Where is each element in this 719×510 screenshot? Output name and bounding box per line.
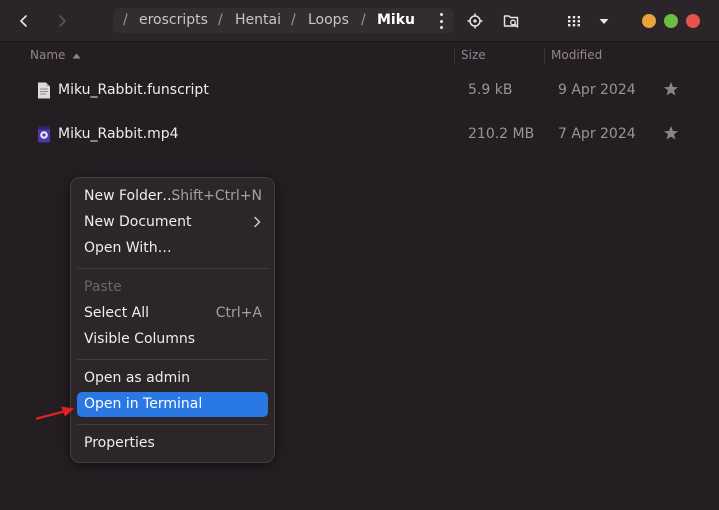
view-mode-button[interactable] bbox=[561, 8, 587, 34]
chevron-right-icon bbox=[254, 216, 261, 228]
breadcrumb-hentai[interactable]: Hentai bbox=[235, 12, 281, 28]
file-size: 210.2 MB bbox=[468, 126, 535, 142]
menu-item-open-with[interactable]: Open With… bbox=[77, 236, 268, 261]
minimize-button[interactable] bbox=[642, 14, 656, 28]
sort-ascending-icon bbox=[72, 53, 81, 59]
menu-separator bbox=[77, 424, 268, 425]
menu-separator bbox=[77, 359, 268, 360]
file-modified: 7 Apr 2024 bbox=[558, 126, 636, 142]
file-manager-window: / eroscripts / Hentai / Loops / Miku Nam… bbox=[0, 0, 719, 510]
column-divider bbox=[454, 48, 455, 64]
menu-item-label: Open With… bbox=[84, 240, 172, 256]
menu-item-open-in-terminal[interactable]: Open in Terminal bbox=[77, 392, 268, 417]
menu-separator bbox=[77, 268, 268, 269]
menu-item-paste: Paste bbox=[77, 275, 268, 300]
file-row[interactable]: Miku_Rabbit.funscript 5.9 kB 9 Apr 2024 bbox=[0, 69, 719, 113]
menu-item-label: Paste bbox=[84, 279, 122, 295]
breadcrumb-loops[interactable]: Loops bbox=[308, 12, 349, 28]
view-options-button[interactable] bbox=[591, 8, 617, 34]
menu-item-label: Visible Columns bbox=[84, 331, 196, 347]
folder-search-icon bbox=[503, 15, 519, 28]
file-modified: 9 Apr 2024 bbox=[558, 82, 636, 98]
menu-item-label: Select All bbox=[84, 305, 149, 321]
file-name: Miku_Rabbit.mp4 bbox=[58, 126, 179, 142]
grid-icon bbox=[568, 16, 580, 27]
menu-item-visible-columns[interactable]: Visible Columns bbox=[77, 327, 268, 352]
chevron-right-icon bbox=[59, 15, 67, 27]
menu-item-select-all[interactable]: Select All Ctrl+A bbox=[77, 301, 268, 326]
video-file-icon bbox=[38, 126, 50, 143]
annotation-arrow-icon bbox=[36, 406, 74, 420]
context-menu: New Folder… Shift+Ctrl+N New Document Op… bbox=[70, 177, 275, 463]
menu-item-shortcut: Shift+Ctrl+N bbox=[171, 188, 262, 204]
dot-icon bbox=[439, 13, 443, 16]
menu-item-shortcut: Ctrl+A bbox=[215, 305, 262, 321]
menu-item-properties[interactable]: Properties bbox=[77, 431, 268, 456]
column-name-header[interactable]: Name bbox=[30, 48, 65, 62]
path-bar: / eroscripts / Hentai / Loops / Miku bbox=[113, 8, 454, 33]
menu-item-label: Open as admin bbox=[84, 370, 191, 386]
column-header: Name Size Modified bbox=[0, 42, 719, 70]
caret-down-icon bbox=[599, 19, 609, 24]
back-button[interactable] bbox=[11, 8, 37, 34]
text-file-icon bbox=[38, 82, 50, 99]
maximize-button[interactable] bbox=[664, 14, 678, 28]
path-menu-button[interactable] bbox=[434, 13, 448, 29]
search-folder-button[interactable] bbox=[498, 8, 524, 34]
menu-item-label: New Folder… bbox=[84, 188, 177, 204]
column-divider bbox=[544, 48, 545, 64]
locate-button[interactable] bbox=[462, 8, 488, 34]
breadcrumb-miku[interactable]: Miku bbox=[377, 12, 415, 28]
path-separator: / bbox=[123, 12, 128, 28]
path-separator: / bbox=[218, 12, 223, 28]
file-size: 5.9 kB bbox=[468, 82, 513, 98]
column-modified-header[interactable]: Modified bbox=[551, 48, 602, 62]
forward-button[interactable] bbox=[49, 8, 75, 34]
path-separator: / bbox=[291, 12, 296, 28]
column-size-header[interactable]: Size bbox=[461, 48, 486, 62]
menu-item-label: Open in Terminal bbox=[84, 396, 203, 412]
star-icon[interactable] bbox=[663, 81, 679, 97]
header-bar: / eroscripts / Hentai / Loops / Miku bbox=[0, 0, 719, 42]
menu-item-label: Properties bbox=[84, 435, 155, 451]
dot-icon bbox=[439, 19, 443, 23]
menu-item-new-folder[interactable]: New Folder… Shift+Ctrl+N bbox=[77, 184, 268, 209]
dot-icon bbox=[439, 26, 443, 29]
close-button[interactable] bbox=[686, 14, 700, 28]
menu-item-new-document[interactable]: New Document bbox=[77, 210, 268, 235]
file-name: Miku_Rabbit.funscript bbox=[58, 82, 209, 98]
breadcrumb-eroscripts[interactable]: eroscripts bbox=[139, 12, 208, 28]
star-icon[interactable] bbox=[663, 125, 679, 141]
crosshair-icon bbox=[467, 13, 483, 29]
chevron-left-icon bbox=[19, 15, 27, 27]
file-row[interactable]: Miku_Rabbit.mp4 210.2 MB 7 Apr 2024 bbox=[0, 113, 719, 157]
path-separator: / bbox=[361, 12, 366, 28]
menu-item-label: New Document bbox=[84, 214, 192, 230]
menu-item-open-as-admin[interactable]: Open as admin bbox=[77, 366, 268, 391]
